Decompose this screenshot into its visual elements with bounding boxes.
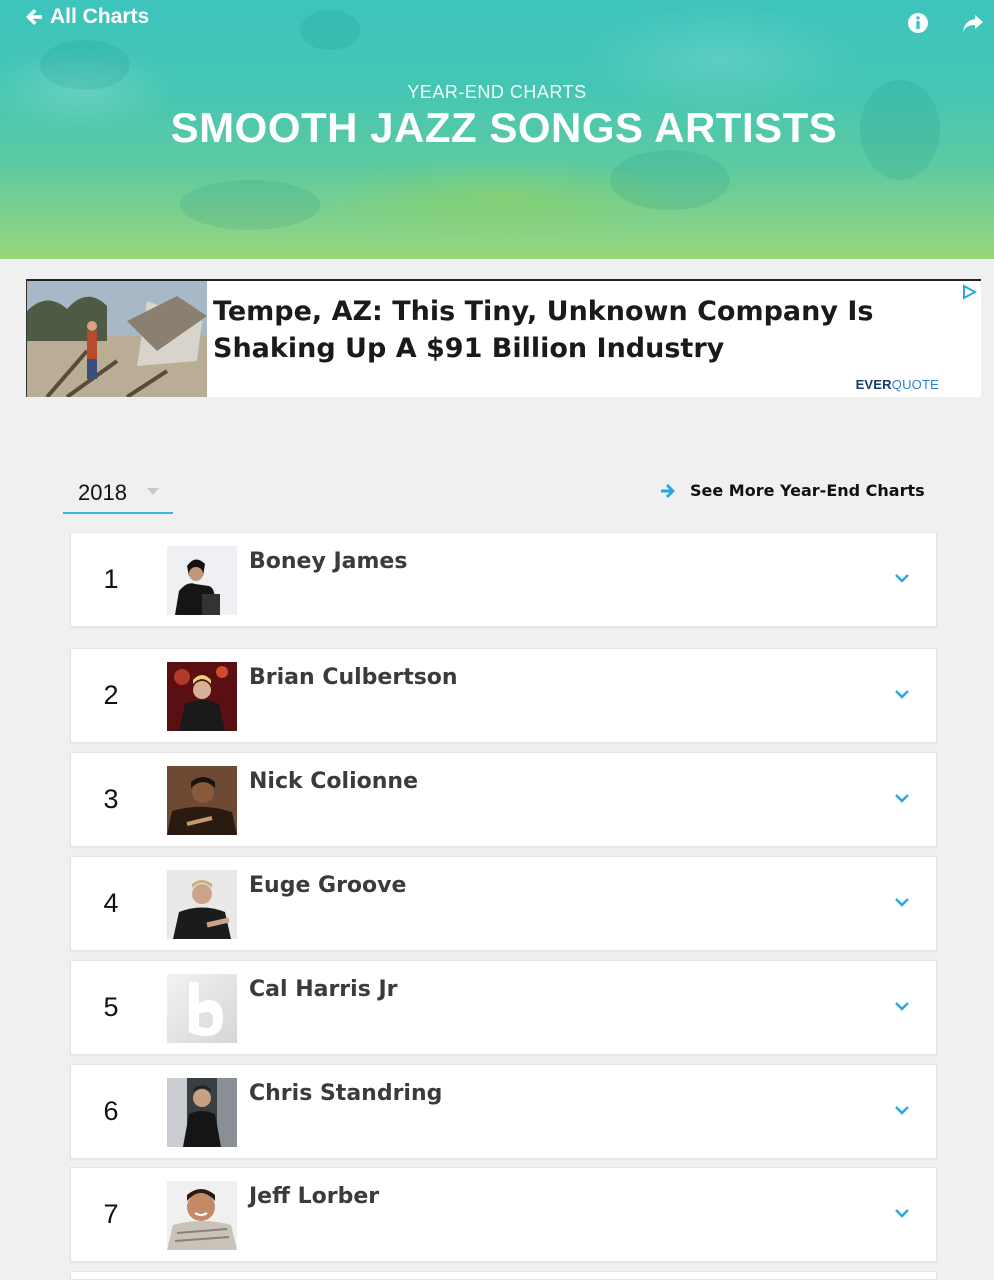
chevron-down-icon[interactable] [895,573,909,583]
chart-row[interactable]: 1 Boney James [70,532,937,627]
chevron-down-icon[interactable] [895,689,909,699]
see-more-year-end-charts-link[interactable]: See More Year-End Charts [660,481,925,500]
arrow-right-icon [661,483,675,498]
rank-number: 7 [103,1199,119,1229]
info-icon[interactable] [907,12,929,34]
arrow-left-icon [26,9,42,25]
all-charts-link[interactable]: All Charts [24,5,149,29]
see-more-label: See More Year-End Charts [690,481,925,500]
ad-brand-quote: QUOTE [891,377,939,392]
ad-headline[interactable]: Tempe, AZ: This Tiny, Unknown Company Is… [213,293,973,367]
artist-image-placeholder [167,974,237,1043]
rank-number: 6 [103,1096,119,1126]
year-select[interactable]: 2018 [63,476,173,514]
ad-image [27,281,207,397]
chart-row[interactable]: 3 Nick Colionne [70,752,937,847]
artist-image [167,1181,237,1250]
chart-row[interactable]: 6 Chris Standring [70,1064,937,1159]
chart-row[interactable]: 7 Jeff Lorber [70,1167,937,1262]
chevron-down-icon[interactable] [895,1105,909,1115]
artist-image [167,1078,237,1147]
advertisement[interactable]: Tempe, AZ: This Tiny, Unknown Company Is… [26,279,981,397]
rank-number: 3 [103,784,119,814]
chevron-down-icon[interactable] [895,1001,909,1011]
page-title: SMOOTH JAZZ SONGS ARTISTS [170,104,838,151]
chevron-down-icon[interactable] [895,1208,909,1218]
artist-name[interactable]: Euge Groove [249,873,406,898]
chart-header: All Charts YEAR-END CHARTS SMOOTH JAZZ S… [0,0,994,259]
artist-name[interactable]: Nick Colionne [249,769,418,794]
artist-name[interactable]: Chris Standring [249,1081,442,1106]
rank-number: 1 [103,564,119,594]
chart-row[interactable]: 5 Cal Harris Jr [70,960,937,1055]
chevron-down-icon[interactable] [895,793,909,803]
ad-brand: EVERQUOTE [856,377,939,392]
artist-image [167,766,237,835]
ad-brand-ever: EVER [855,377,892,392]
caret-down-icon [147,488,159,495]
rank-number: 5 [103,992,119,1022]
chart-row-partial[interactable] [70,1271,937,1280]
year-value: 2018 [78,480,127,505]
artist-name[interactable]: Brian Culbertson [249,665,458,690]
all-charts-label: All Charts [50,5,150,28]
chart-eyebrow: YEAR-END CHARTS [407,82,587,102]
artist-image [167,662,237,731]
artist-name[interactable]: Cal Harris Jr [249,977,397,1002]
rank-number: 4 [103,888,119,918]
rank-number: 2 [103,680,119,710]
artist-name[interactable]: Boney James [249,549,407,574]
chart-row[interactable]: 2 Brian Culbertson [70,648,937,743]
artist-image [167,870,237,939]
chevron-down-icon[interactable] [895,897,909,907]
share-icon[interactable] [962,12,984,34]
artist-name[interactable]: Jeff Lorber [249,1184,379,1209]
artist-image [167,546,237,615]
chart-row[interactable]: 4 Euge Groove [70,856,937,951]
